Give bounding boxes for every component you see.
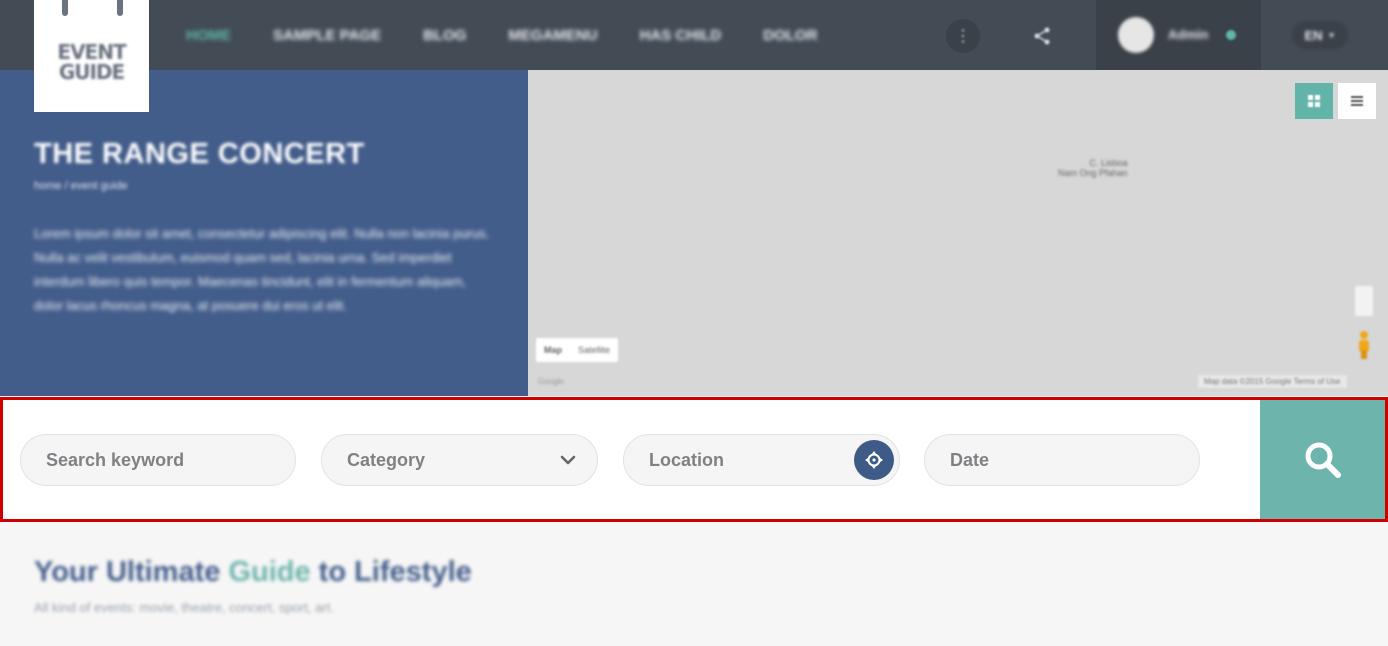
location-field-wrapper xyxy=(623,434,900,486)
caret-down-icon: ▼ xyxy=(1327,30,1336,40)
grid-view-button[interactable] xyxy=(1295,83,1333,119)
event-description: Lorem ipsum dolor sit amet, consectetur … xyxy=(34,226,490,313)
avatar xyxy=(1118,17,1154,53)
category-select[interactable]: Category xyxy=(321,434,598,486)
more-vertical-icon: ⋮ xyxy=(955,28,971,45)
date-input[interactable] xyxy=(925,435,1199,485)
search-keyword-input[interactable] xyxy=(21,435,295,485)
logo-line-1: EVENT xyxy=(57,40,126,64)
breadcrumb[interactable]: home / event guide xyxy=(34,180,128,192)
search-icon xyxy=(1305,442,1341,478)
heading-part-1: Your Ultimate xyxy=(34,556,229,588)
nav-item-home[interactable]: HOME xyxy=(186,27,231,44)
heading-part-2: to Lifestyle xyxy=(310,556,472,588)
share-icon xyxy=(1034,27,1050,45)
google-attribution: Google xyxy=(538,377,564,386)
share-button[interactable] xyxy=(1025,19,1059,53)
list-icon xyxy=(1351,96,1363,106)
street-view-pegman-icon[interactable] xyxy=(1356,330,1372,360)
calendar-pins-icon xyxy=(34,0,149,18)
site-logo[interactable]: EVENT GUIDE xyxy=(34,0,149,112)
nav-item-megamenu[interactable]: MEGAMENU xyxy=(508,27,597,44)
map-view[interactable]: C. Lisboa Nam Ong Pfahan Map Satellite G… xyxy=(528,70,1388,396)
user-account-menu[interactable]: Admin xyxy=(1096,0,1261,70)
date-field-wrapper xyxy=(924,434,1200,486)
keyword-field-wrapper xyxy=(20,434,296,486)
logo-text: EVENT GUIDE xyxy=(57,40,126,84)
chevron-down-icon xyxy=(560,455,576,465)
nav-item-dolor[interactable]: DOLOR xyxy=(763,27,817,44)
nav-item-sample-page[interactable]: SAMPLE PAGE xyxy=(273,27,381,44)
more-menu-button[interactable]: ⋮ xyxy=(946,19,980,53)
section-heading: Your Ultimate Guide to Lifestyle xyxy=(34,556,472,589)
page-title: THE RANGE CONCERT xyxy=(34,138,365,170)
map-terms-link[interactable]: Map data ©2015 Google Terms of Use xyxy=(1198,375,1347,388)
search-submit-button[interactable] xyxy=(1260,400,1385,519)
map-label-line-2: Nam Ong Pfahan xyxy=(1058,168,1128,178)
top-navigation-bar: HOME SAMPLE PAGE BLOG MEGAMENU HAS CHILD… xyxy=(0,0,1388,70)
list-view-button[interactable] xyxy=(1338,83,1376,119)
category-select-value: Category xyxy=(347,449,426,470)
grid-icon xyxy=(1308,95,1320,107)
user-name: Admin xyxy=(1168,27,1209,42)
main-menu: HOME SAMPLE PAGE BLOG MEGAMENU HAS CHILD… xyxy=(186,0,859,70)
heading-accent: Guide xyxy=(228,556,311,588)
language-selector[interactable]: EN ▼ xyxy=(1292,21,1348,49)
online-status-icon xyxy=(1226,30,1236,40)
event-search-form: Category xyxy=(0,397,1388,522)
detect-location-button[interactable] xyxy=(854,440,894,480)
language-label: EN xyxy=(1304,27,1323,43)
logo-line-2: GUIDE xyxy=(58,60,125,84)
map-zoom-control[interactable] xyxy=(1355,286,1373,316)
crosshair-icon xyxy=(865,451,883,469)
nav-item-has-child[interactable]: HAS CHILD xyxy=(640,27,722,44)
nav-item-blog[interactable]: BLOG xyxy=(423,27,466,44)
section-subheading: All kind of events: movie, theatre, conc… xyxy=(34,600,334,615)
map-type-control: Map Satellite xyxy=(536,338,619,362)
map-place-label: C. Lisboa Nam Ong Pfahan xyxy=(1058,158,1128,178)
map-type-map-button[interactable]: Map xyxy=(536,345,570,355)
map-type-satellite-button[interactable]: Satellite xyxy=(570,345,618,355)
event-hero-panel: THE RANGE CONCERT home / event guide Lor… xyxy=(0,70,528,396)
map-label-line-1: C. Lisboa xyxy=(1089,158,1128,168)
